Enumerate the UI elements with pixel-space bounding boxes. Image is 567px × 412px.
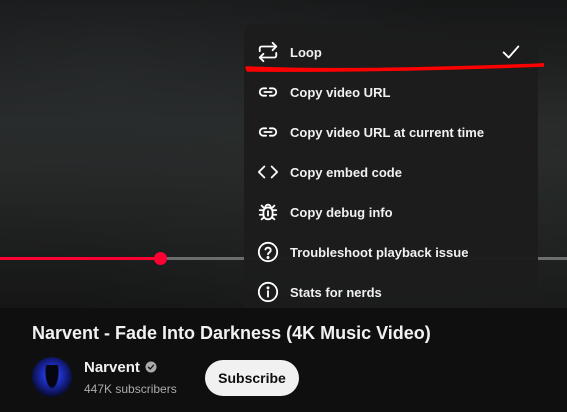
channel-name[interactable]: Narvent bbox=[84, 359, 140, 376]
menu-item-label: Copy embed code bbox=[290, 164, 402, 180]
menu-item-stats-for-nerds[interactable]: Stats for nerds bbox=[244, 272, 538, 312]
menu-item-copy-video-url-at-time[interactable]: Copy video URL at current time bbox=[244, 112, 538, 152]
avatar-figure bbox=[45, 365, 59, 389]
video-title: Narvent - Fade Into Darkness (4K Music V… bbox=[32, 323, 431, 343]
youtube-watch-page: Loop Copy video URL Copy video URL at cu… bbox=[0, 0, 567, 412]
video-info-section: Narvent - Fade Into Darkness (4K Music V… bbox=[0, 308, 567, 412]
verified-badge-icon bbox=[145, 361, 157, 373]
code-icon bbox=[257, 161, 279, 183]
loop-icon bbox=[257, 41, 279, 63]
progress-bar-played bbox=[0, 257, 161, 260]
menu-item-copy-embed-code[interactable]: Copy embed code bbox=[244, 152, 538, 192]
menu-item-copy-debug-info[interactable]: Copy debug info bbox=[244, 192, 538, 232]
link-icon bbox=[257, 121, 279, 143]
bug-icon bbox=[257, 201, 279, 223]
menu-item-label: Stats for nerds bbox=[290, 284, 382, 300]
menu-item-label: Copy debug info bbox=[290, 204, 393, 220]
menu-item-troubleshoot-playback[interactable]: Troubleshoot playback issue bbox=[244, 232, 538, 272]
menu-item-loop[interactable]: Loop bbox=[244, 32, 538, 72]
menu-item-label: Copy video URL bbox=[290, 84, 391, 100]
player-context-menu: Loop Copy video URL Copy video URL at cu… bbox=[244, 24, 538, 320]
help-circle-icon bbox=[257, 241, 279, 263]
menu-item-label: Loop bbox=[290, 44, 322, 60]
info-circle-icon bbox=[257, 281, 279, 303]
menu-item-label: Troubleshoot playback issue bbox=[290, 244, 469, 260]
channel-avatar[interactable] bbox=[32, 357, 72, 397]
menu-item-copy-video-url[interactable]: Copy video URL bbox=[244, 72, 538, 112]
subscribe-button[interactable]: Subscribe bbox=[205, 360, 299, 396]
link-icon bbox=[257, 81, 279, 103]
subscriber-count: 447K subscribers bbox=[84, 382, 177, 396]
checkmark-icon bbox=[502, 45, 520, 59]
menu-item-label: Copy video URL at current time bbox=[290, 124, 485, 140]
